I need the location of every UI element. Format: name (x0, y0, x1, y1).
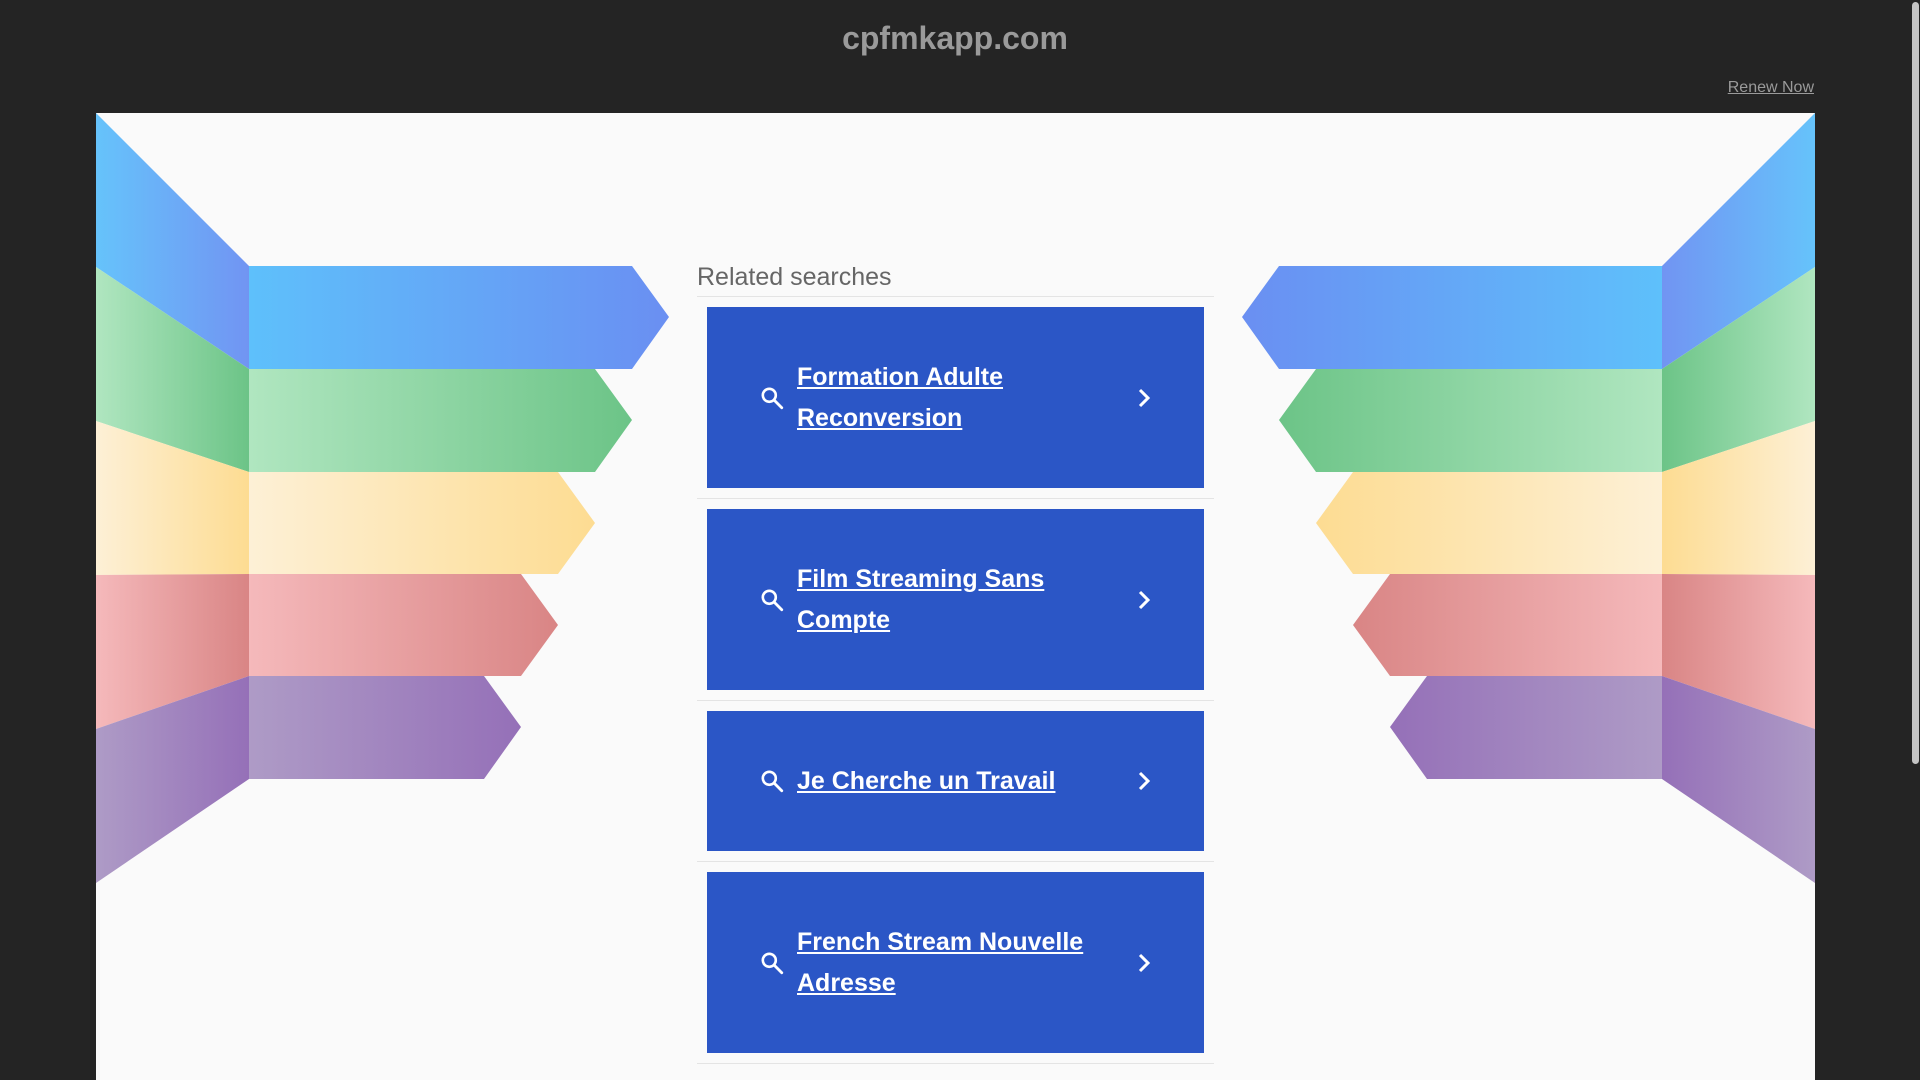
domain-title: cpfmkapp.com (842, 20, 1068, 56)
result-item: Film Streaming Sans Compte (697, 509, 1214, 701)
chevron-right-icon (1138, 771, 1151, 791)
result-item: Formation Adulte Reconversion (697, 307, 1214, 499)
right-banners (1242, 266, 1662, 779)
right-fan (1662, 113, 1815, 883)
result-link[interactable]: French Stream Nouvelle Adresse (707, 872, 1204, 1053)
result-item: Je Cherche un Travail (697, 711, 1214, 862)
result-label[interactable]: Formation Adulte Reconversion (797, 357, 1132, 439)
parked-domain-page: cpfmkapp.com Renew Now Related searches … (0, 0, 1920, 1080)
result-link[interactable]: Formation Adulte Reconversion (707, 307, 1204, 488)
content-panel: Related searches Formation Adulte Reconv… (96, 113, 1815, 1080)
result-link[interactable]: Je Cherche un Travail (707, 711, 1204, 851)
search-icon (761, 951, 784, 974)
result-label[interactable]: French Stream Nouvelle Adresse (797, 922, 1132, 1004)
result-label[interactable]: Je Cherche un Travail (797, 761, 1132, 802)
chevron-right-icon (1138, 953, 1151, 972)
search-icon (761, 386, 784, 409)
search-icon (761, 588, 784, 611)
chevron-right-icon (1138, 590, 1151, 609)
chevron-right-icon (1138, 388, 1151, 407)
scrollbar-thumb[interactable] (1912, 2, 1919, 764)
search-icon (761, 770, 784, 793)
result-label[interactable]: Film Streaming Sans Compte (797, 559, 1132, 641)
result-link[interactable]: Film Streaming Sans Compte (707, 509, 1204, 690)
left-banners (249, 266, 669, 779)
vertical-scrollbar[interactable] (1910, 0, 1920, 1080)
result-item: French Stream Nouvelle Adresse (697, 872, 1214, 1064)
related-searches-heading: Related searches (697, 263, 1214, 297)
renew-now-link[interactable]: Renew Now (1728, 79, 1814, 97)
left-fan (96, 113, 249, 883)
related-searches: Related searches Formation Adulte Reconv… (697, 263, 1214, 1074)
